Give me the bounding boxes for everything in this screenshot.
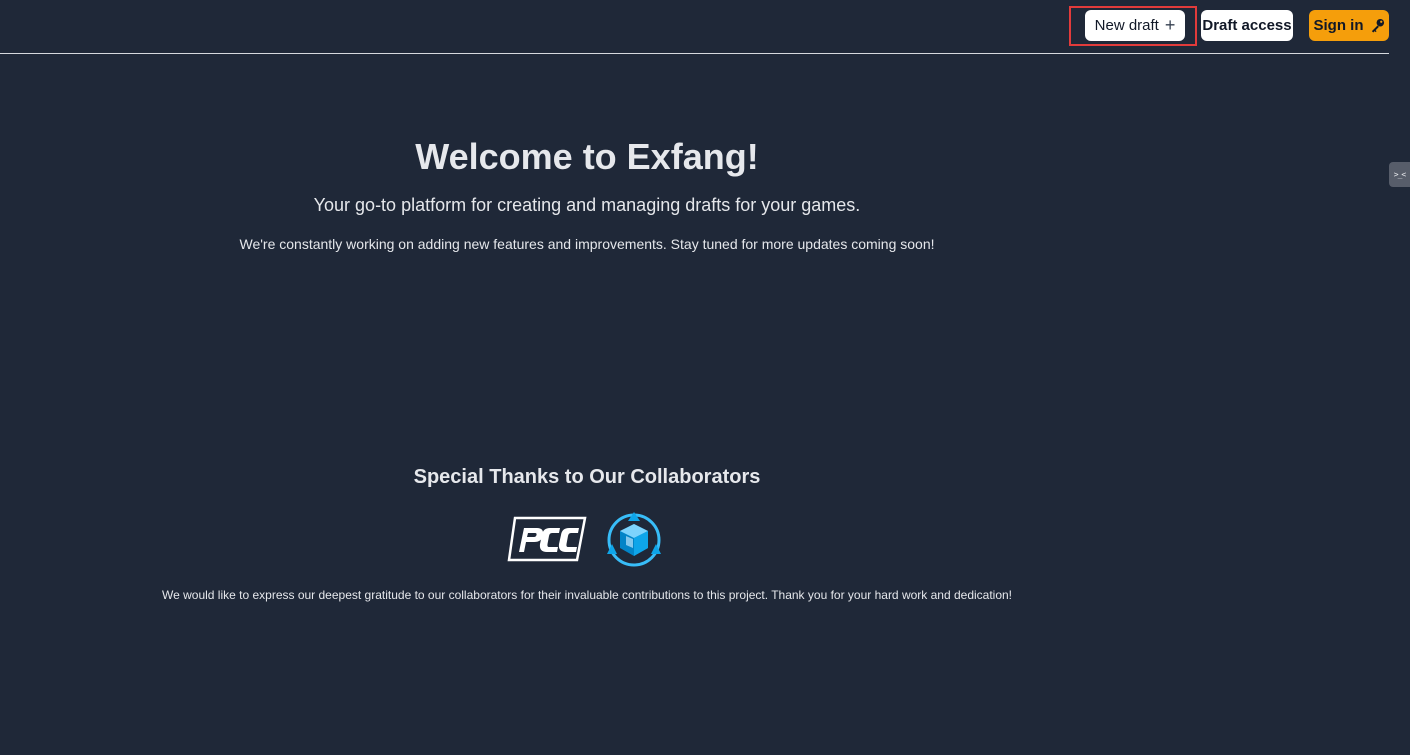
pcc-logo: [507, 516, 587, 562]
cube-logo: [607, 512, 661, 567]
updates-note: We're constantly working on adding new f…: [239, 236, 935, 252]
collaborators-title: Special Thanks to Our Collaborators: [413, 466, 761, 488]
sign-in-button[interactable]: Sign in: [1309, 10, 1389, 41]
plus-icon: +: [1164, 15, 1176, 35]
top-navbar: New draft + Draft access Sign in: [0, 0, 1389, 54]
side-panel-toggle[interactable]: >_<: [1389, 162, 1410, 187]
draft-access-button[interactable]: Draft access: [1201, 10, 1293, 41]
new-draft-label: New draft: [1094, 17, 1159, 34]
side-tab-icon: >_<: [1393, 170, 1406, 179]
key-icon: [1371, 18, 1384, 33]
new-draft-button[interactable]: New draft +: [1085, 10, 1185, 41]
page: New draft + Draft access Sign in >_< Wel…: [0, 0, 1410, 755]
collaborator-logos: [507, 510, 667, 570]
sign-in-label: Sign in: [1313, 17, 1364, 34]
welcome-subtitle: Your go-to platform for creating and man…: [313, 195, 861, 215]
gratitude-note: We would like to express our deepest gra…: [161, 588, 1013, 602]
welcome-title: Welcome to Exfang!: [415, 136, 759, 177]
draft-access-label: Draft access: [1202, 17, 1292, 34]
